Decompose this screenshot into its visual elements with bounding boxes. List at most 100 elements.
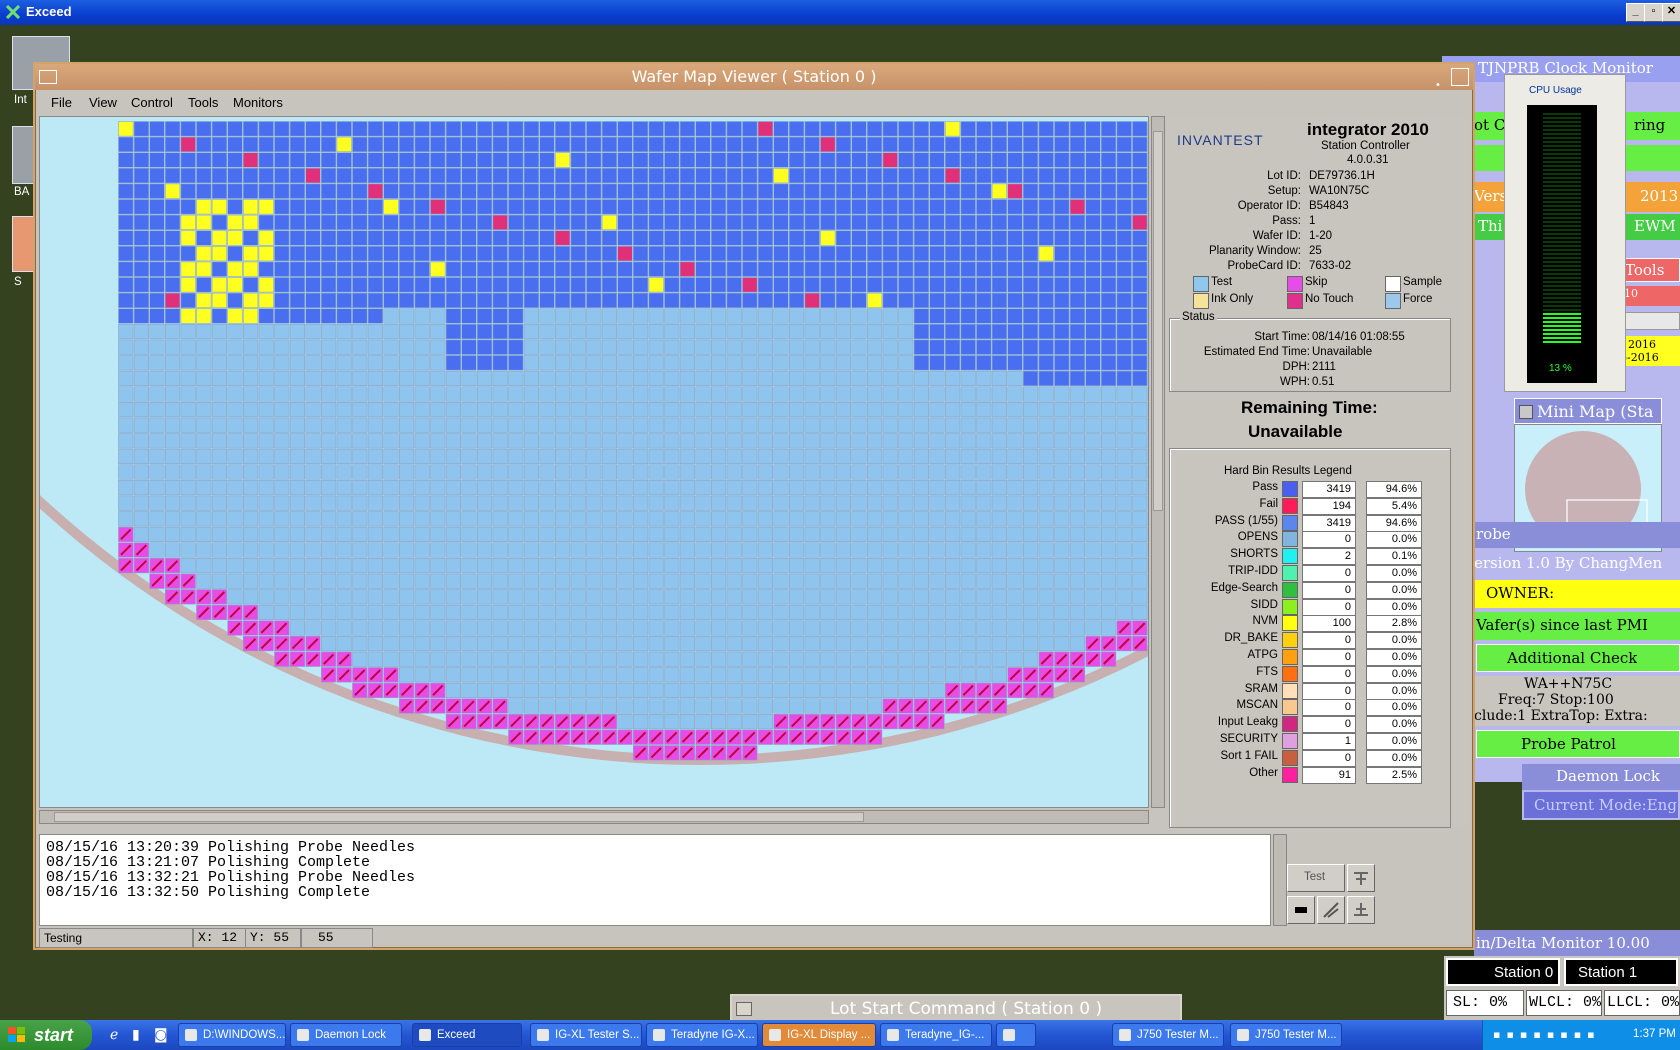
die-cell[interactable]	[211, 417, 228, 433]
die-cell[interactable]	[1007, 542, 1023, 558]
die-cell[interactable]	[1132, 339, 1148, 355]
die-cell[interactable]	[866, 604, 883, 621]
die-cell[interactable]	[835, 277, 851, 293]
die-cell[interactable]	[664, 370, 680, 387]
die-cell[interactable]	[1147, 542, 1149, 558]
die-cell[interactable]	[710, 261, 727, 277]
die-cell[interactable]	[243, 277, 259, 293]
die-cell[interactable]	[196, 199, 212, 215]
die-cell[interactable]	[492, 620, 508, 636]
die-cell[interactable]	[1116, 324, 1132, 340]
die-cell[interactable]	[773, 199, 789, 215]
die-cell[interactable]	[430, 667, 446, 683]
die-cell[interactable]	[991, 121, 1007, 137]
die-cell[interactable]	[398, 651, 415, 667]
die-cell[interactable]	[632, 698, 649, 714]
die-cell[interactable]	[866, 448, 883, 465]
die-cell[interactable]	[461, 651, 477, 667]
die-cell[interactable]	[773, 589, 789, 605]
die-cell[interactable]	[196, 448, 212, 465]
die-cell[interactable]	[851, 682, 867, 698]
die-cell[interactable]	[882, 479, 898, 496]
die-cell[interactable]	[554, 479, 571, 496]
die-cell[interactable]	[196, 324, 212, 340]
die-cell[interactable]	[508, 292, 524, 309]
die-cell[interactable]	[726, 401, 742, 418]
die-cell[interactable]	[695, 620, 711, 636]
die-cell[interactable]	[445, 199, 462, 215]
die-cell[interactable]	[274, 464, 290, 480]
die-cell[interactable]	[1116, 370, 1132, 387]
die-cell[interactable]	[586, 589, 602, 605]
die-cell[interactable]	[1022, 277, 1039, 293]
die-cell[interactable]	[367, 370, 384, 387]
die-cell[interactable]	[617, 355, 633, 371]
die-cell[interactable]	[648, 433, 664, 449]
die-cell[interactable]	[991, 589, 1007, 605]
die-cell[interactable]	[1007, 199, 1023, 215]
die-cell[interactable]	[742, 573, 758, 589]
die-cell[interactable]	[367, 604, 384, 621]
die-cell[interactable]	[1147, 324, 1149, 340]
die-cell[interactable]	[913, 355, 929, 371]
die-cell[interactable]	[476, 464, 493, 480]
die-cell[interactable]	[851, 667, 867, 683]
die-cell[interactable]	[820, 589, 836, 605]
die-cell[interactable]	[227, 495, 243, 511]
die-cell[interactable]	[788, 698, 805, 714]
die-cell[interactable]	[944, 277, 961, 293]
die-cell[interactable]	[679, 230, 695, 246]
die-cell[interactable]	[180, 277, 196, 293]
die-cell[interactable]	[383, 651, 399, 667]
die-cell[interactable]	[1038, 573, 1054, 589]
additional-check-button[interactable]: Additional Check	[1476, 644, 1680, 672]
die-cell[interactable]	[196, 214, 212, 230]
die-cell[interactable]	[461, 261, 477, 277]
die-cell[interactable]	[367, 183, 384, 199]
die-cell[interactable]	[1069, 199, 1085, 215]
die-cell[interactable]	[165, 261, 181, 277]
die-cell[interactable]	[695, 214, 711, 230]
die-cell[interactable]	[445, 308, 462, 324]
die-cell[interactable]	[492, 136, 508, 153]
die-cell[interactable]	[352, 308, 368, 324]
die-cell[interactable]	[898, 417, 914, 433]
die-cell[interactable]	[274, 152, 290, 168]
die-cell[interactable]	[757, 573, 773, 589]
die-cell[interactable]	[445, 589, 462, 605]
die-cell[interactable]	[991, 292, 1007, 309]
die-cell[interactable]	[1085, 589, 1101, 605]
die-cell[interactable]	[757, 526, 773, 543]
die-cell[interactable]	[1069, 464, 1085, 480]
die-cell[interactable]	[336, 417, 352, 433]
die-cell[interactable]	[430, 479, 446, 496]
die-cell[interactable]	[1147, 246, 1149, 262]
die-cell[interactable]	[320, 292, 337, 309]
die-cell[interactable]	[133, 167, 149, 184]
die-cell[interactable]	[944, 479, 961, 496]
die-cell[interactable]	[367, 121, 384, 137]
die-cell[interactable]	[570, 308, 586, 324]
die-cell[interactable]	[196, 526, 212, 543]
die-cell[interactable]	[944, 495, 961, 511]
die-cell[interactable]	[1085, 464, 1101, 480]
die-cell[interactable]	[679, 339, 695, 355]
die-cell[interactable]	[960, 246, 976, 262]
die-cell[interactable]	[1101, 339, 1117, 355]
die-cell[interactable]	[1007, 167, 1023, 184]
die-cell[interactable]	[554, 136, 571, 153]
die-cell[interactable]	[648, 573, 664, 589]
die-cell[interactable]	[773, 401, 789, 418]
die-cell[interactable]	[352, 620, 368, 636]
die-cell[interactable]	[710, 620, 727, 636]
die-cell[interactable]	[1054, 277, 1070, 293]
die-cell[interactable]	[1054, 121, 1070, 137]
die-cell[interactable]	[398, 511, 415, 527]
die-cell[interactable]	[773, 292, 789, 309]
die-cell[interactable]	[648, 230, 664, 246]
die-cell[interactable]	[866, 277, 883, 293]
die-cell[interactable]	[757, 542, 773, 558]
die-cell[interactable]	[648, 526, 664, 543]
die-cell[interactable]	[664, 199, 680, 215]
die-cell[interactable]	[1101, 511, 1117, 527]
